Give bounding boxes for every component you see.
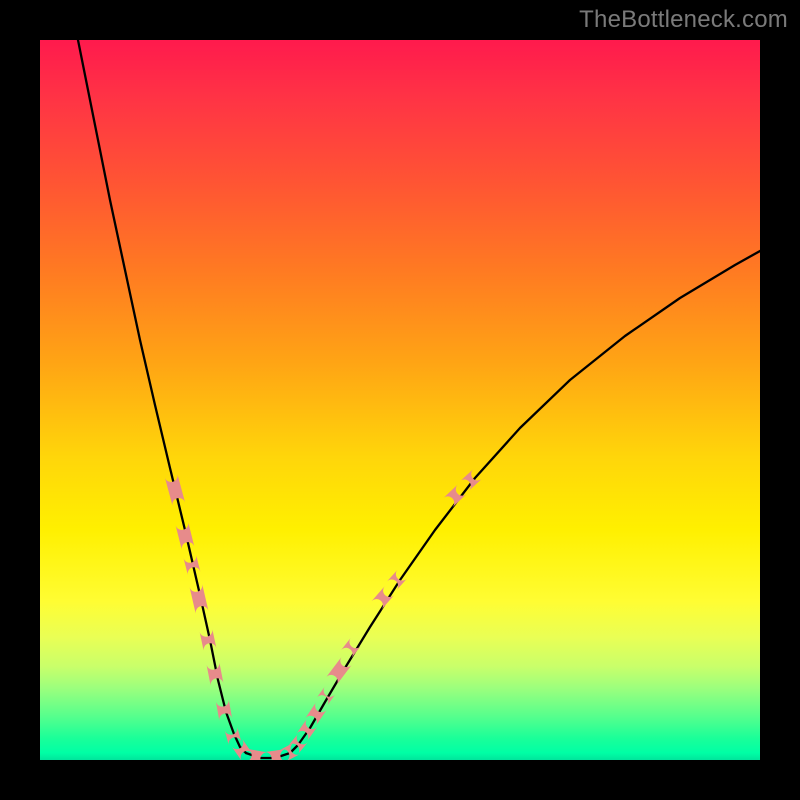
marker-layer	[165, 469, 482, 760]
chart-frame: TheBottleneck.com	[0, 0, 800, 800]
data-marker	[341, 638, 361, 659]
data-marker	[443, 484, 466, 507]
data-marker	[165, 474, 185, 506]
data-marker	[372, 586, 395, 610]
plot-area	[40, 40, 760, 760]
curve-layer	[40, 40, 760, 760]
watermark-label: TheBottleneck.com	[579, 6, 788, 34]
curve-left-branch	[78, 40, 246, 753]
curve-right-branch	[290, 251, 760, 753]
